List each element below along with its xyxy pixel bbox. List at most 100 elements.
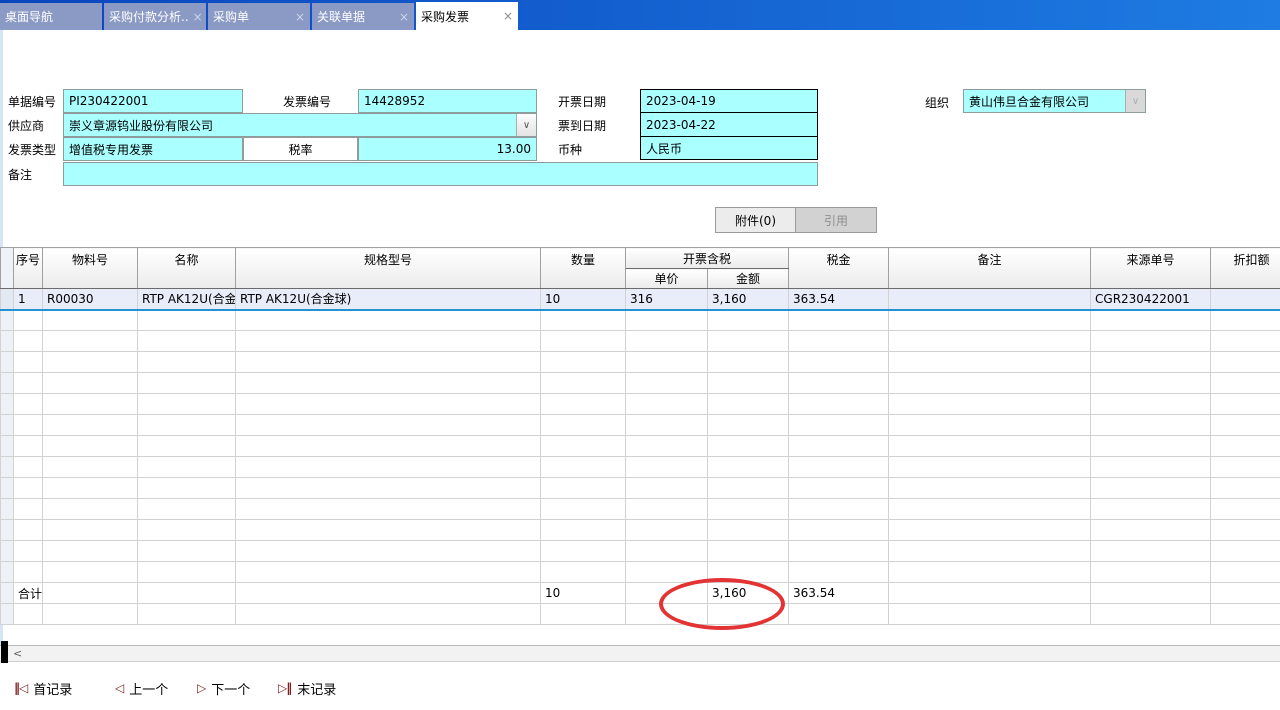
col-header-source[interactable]: 来源单号 <box>1091 248 1211 289</box>
org-combo[interactable]: 黄山伟旦合金有限公司 ∨ <box>963 89 1146 113</box>
supplier-combo[interactable]: 崇义章源钨业股份有限公司 ∨ <box>63 113 537 137</box>
grid-cell[interactable] <box>138 520 236 541</box>
chevron-down-icon[interactable]: ∨ <box>516 114 536 136</box>
grid-cell[interactable] <box>43 520 138 541</box>
col-header-tax[interactable]: 税金 <box>789 248 889 289</box>
grid-cell[interactable] <box>1091 415 1211 436</box>
grid-cell[interactable] <box>541 478 626 499</box>
grid-cell[interactable]: RTP AK12U(合金球 <box>138 289 236 310</box>
grid-cell[interactable] <box>789 331 889 352</box>
grid-cell[interactable] <box>708 436 789 457</box>
col-header-name[interactable]: 名称 <box>138 248 236 289</box>
grid-cell[interactable] <box>708 331 789 352</box>
tab-purchase-payment-analysis[interactable]: 采购付款分析.. × <box>104 3 206 30</box>
grid-cell[interactable] <box>1091 436 1211 457</box>
grid-cell[interactable] <box>1091 331 1211 352</box>
reference-button[interactable]: 引用 <box>796 207 877 233</box>
grid-cell[interactable] <box>541 457 626 478</box>
grid-cell[interactable] <box>14 310 43 331</box>
grid-cell[interactable] <box>1211 520 1280 541</box>
grid-cell[interactable] <box>14 604 43 625</box>
grid-cell[interactable] <box>541 352 626 373</box>
grid-cell[interactable] <box>138 415 236 436</box>
grid-cell[interactable] <box>708 541 789 562</box>
grid-cell[interactable]: 3,160 <box>708 289 789 310</box>
grid-cell[interactable] <box>889 478 1091 499</box>
grid-cell[interactable] <box>138 373 236 394</box>
currency-input[interactable] <box>640 136 818 160</box>
invoice-no-input[interactable] <box>358 89 537 113</box>
col-header-spec[interactable]: 规格型号 <box>236 248 541 289</box>
grid-cell[interactable] <box>889 415 1091 436</box>
grid-cell[interactable] <box>789 541 889 562</box>
grid-cell[interactable] <box>789 499 889 520</box>
grid-cell[interactable] <box>236 541 541 562</box>
grid-cell[interactable] <box>14 394 43 415</box>
grid-cell[interactable] <box>236 310 541 331</box>
grid-cell[interactable] <box>889 289 1091 310</box>
grid-cell[interactable] <box>889 394 1091 415</box>
doc-no-input[interactable] <box>63 89 243 113</box>
grid-cell[interactable] <box>626 331 708 352</box>
tab-related-documents[interactable]: 关联单据 × <box>312 3 414 30</box>
grid-cell[interactable] <box>889 520 1091 541</box>
grid-cell[interactable] <box>1091 457 1211 478</box>
grid-cell[interactable] <box>889 457 1091 478</box>
grid-cell[interactable] <box>541 394 626 415</box>
grid-cell[interactable] <box>43 373 138 394</box>
grid-cell[interactable] <box>708 457 789 478</box>
tab-desktop-nav[interactable]: 桌面导航 <box>0 3 102 30</box>
grid-cell[interactable] <box>541 604 626 625</box>
grid-cell[interactable]: 10 <box>541 289 626 310</box>
arrival-date-input[interactable] <box>640 112 818 137</box>
grid-cell[interactable] <box>626 352 708 373</box>
grid-cell[interactable] <box>708 394 789 415</box>
grid-empty-row[interactable] <box>1 541 1280 562</box>
grid-cell[interactable] <box>541 331 626 352</box>
col-header-remark[interactable]: 备注 <box>889 248 1091 289</box>
grid-cell[interactable] <box>708 352 789 373</box>
grid-cell[interactable] <box>626 499 708 520</box>
col-header-qty[interactable]: 数量 <box>541 248 626 289</box>
tab-purchase-invoice[interactable]: 采购发票 × <box>416 2 518 30</box>
grid-cell[interactable] <box>138 331 236 352</box>
grid-cell[interactable] <box>626 478 708 499</box>
grid-row-selected[interactable]: 1 R00030 RTP AK12U(合金球 RTP AK12U(合金球) 10… <box>1 289 1280 310</box>
tab-purchase-order[interactable]: 采购单 × <box>208 3 310 30</box>
grid-cell[interactable] <box>626 436 708 457</box>
grid-cell[interactable] <box>236 604 541 625</box>
grid-cell[interactable] <box>1211 289 1280 310</box>
grid-cell[interactable] <box>1091 478 1211 499</box>
grid-cell[interactable] <box>43 352 138 373</box>
grid-cell[interactable] <box>236 331 541 352</box>
last-record-button[interactable]: ▷‖ 末记录 <box>278 679 336 697</box>
grid-cell[interactable] <box>889 436 1091 457</box>
grid-cell[interactable] <box>789 415 889 436</box>
grid-cell[interactable] <box>789 373 889 394</box>
grid-cell[interactable] <box>789 604 889 625</box>
col-header-discount[interactable]: 折扣额 <box>1211 248 1280 289</box>
grid-cell[interactable] <box>14 331 43 352</box>
grid-cell[interactable]: CGR230422001 <box>1091 289 1211 310</box>
grid-cell[interactable] <box>236 562 541 583</box>
grid-cell[interactable] <box>43 541 138 562</box>
grid-cell[interactable] <box>626 394 708 415</box>
grid-cell[interactable] <box>708 520 789 541</box>
grid-cell[interactable] <box>14 562 43 583</box>
grid-cell[interactable] <box>889 331 1091 352</box>
grid-cell[interactable] <box>789 562 889 583</box>
grid-cell[interactable] <box>789 352 889 373</box>
grid-cell[interactable] <box>1091 604 1211 625</box>
grid-cell[interactable] <box>138 541 236 562</box>
grid-cell[interactable] <box>1211 457 1280 478</box>
grid-cell[interactable]: R00030 <box>43 289 138 310</box>
grid-cell[interactable] <box>626 310 708 331</box>
grid-cell[interactable] <box>789 478 889 499</box>
grid-cell[interactable] <box>138 352 236 373</box>
grid-cell[interactable] <box>1091 562 1211 583</box>
grid-cell[interactable] <box>1211 331 1280 352</box>
grid-cell[interactable] <box>138 604 236 625</box>
grid-cell[interactable] <box>14 478 43 499</box>
grid-cell[interactable] <box>541 499 626 520</box>
grid-cell[interactable] <box>541 541 626 562</box>
